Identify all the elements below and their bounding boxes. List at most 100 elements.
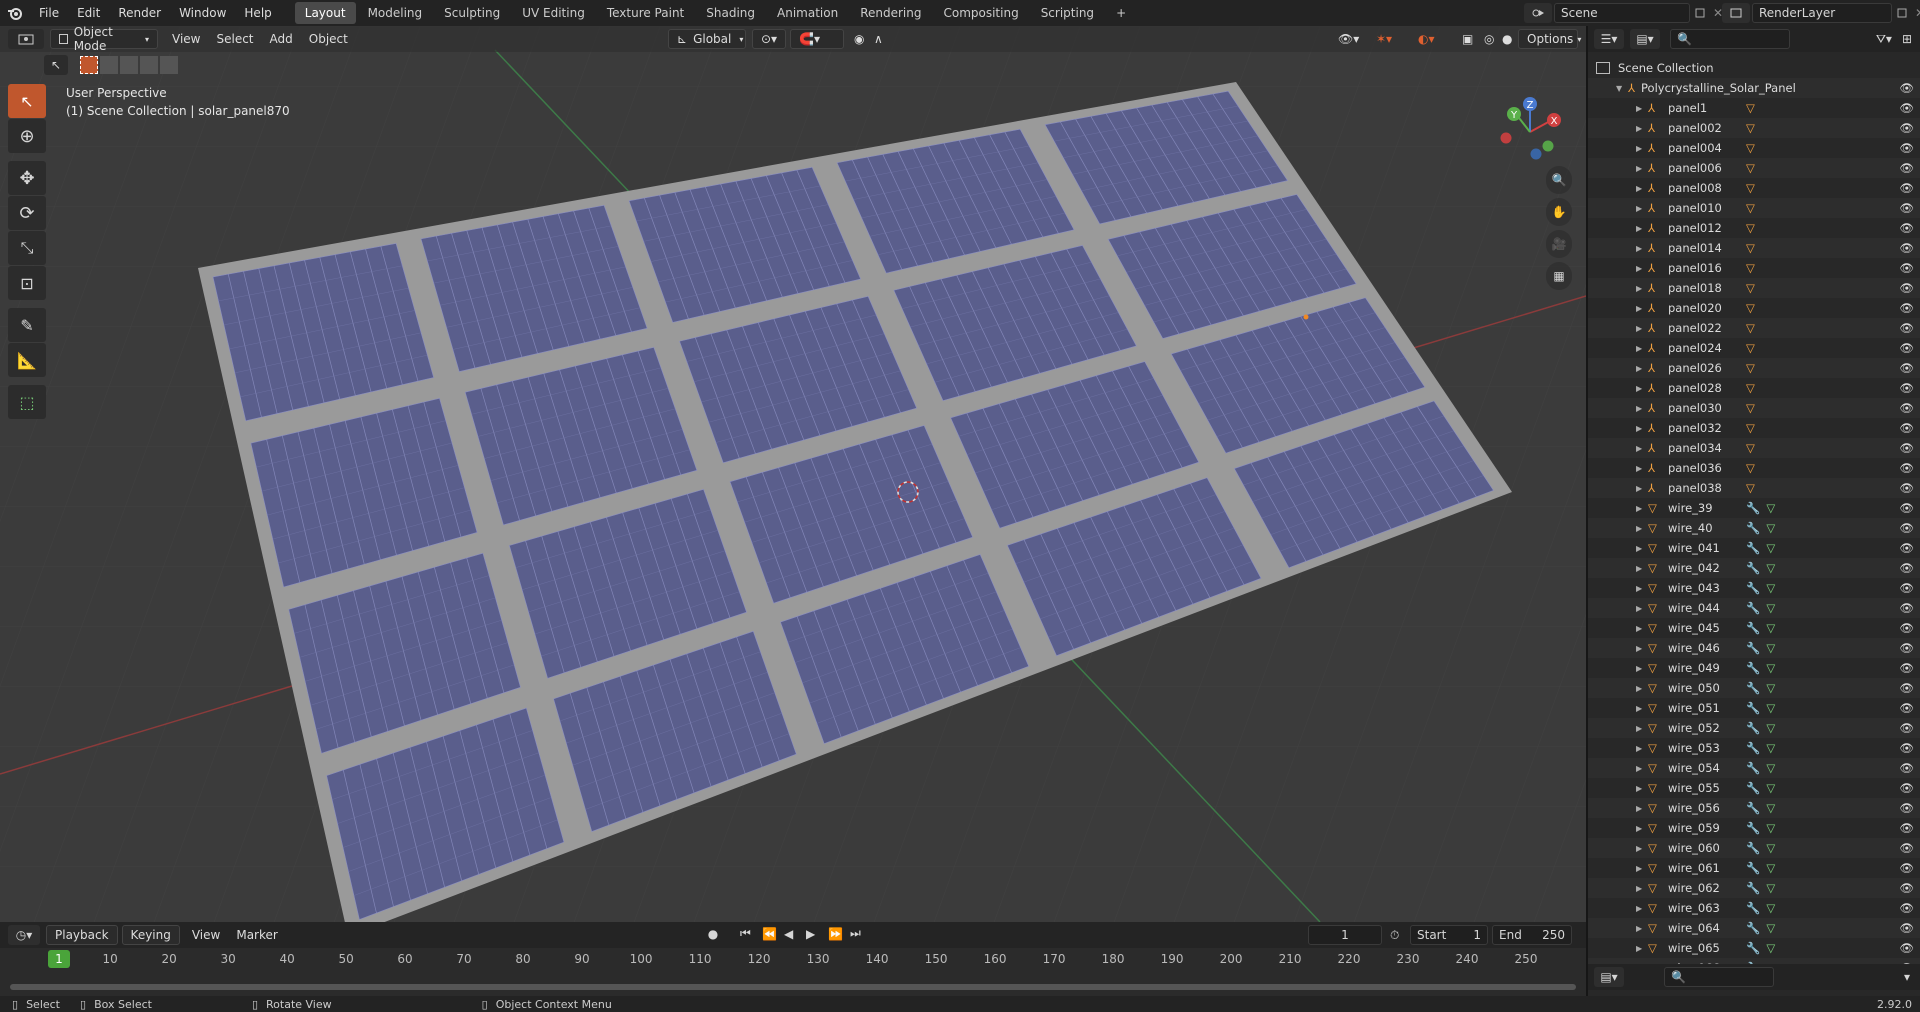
outliner-editor-type-icon[interactable]: ☰▾ bbox=[1594, 29, 1624, 49]
eye-icon[interactable]: 👁 bbox=[1899, 161, 1914, 175]
tab-sculpting[interactable]: Sculpting bbox=[434, 2, 510, 24]
outliner-item[interactable]: ▶ ⅄ panel002 ▽ 👁 bbox=[1588, 118, 1920, 138]
modifier-wrench-icon[interactable]: 🔧 bbox=[1746, 761, 1760, 775]
mesh-data-icon[interactable]: ▽ bbox=[1766, 821, 1775, 835]
modifier-wrench-icon[interactable]: 🔧 bbox=[1746, 801, 1760, 815]
outliner-item[interactable]: ▶ ▽ wire_40 🔧 ▽ 👁 bbox=[1588, 518, 1920, 538]
modifier-wrench-icon[interactable]: 🔧 bbox=[1746, 581, 1760, 595]
eye-icon[interactable]: 👁 bbox=[1899, 341, 1914, 355]
modifier-wrench-icon[interactable]: 🔧 bbox=[1746, 861, 1760, 875]
blender-logo-icon[interactable] bbox=[0, 0, 30, 26]
menu-file[interactable]: File bbox=[30, 0, 68, 26]
viewport-menu-add[interactable]: Add bbox=[262, 29, 301, 49]
renderlayer-close-icon[interactable]: ✕ bbox=[1912, 6, 1920, 20]
tab-layout[interactable]: Layout bbox=[294, 2, 356, 24]
tab-shading[interactable]: Shading bbox=[696, 2, 765, 24]
expand-arrow-icon[interactable]: ▶ bbox=[1636, 444, 1648, 453]
expand-arrow-icon[interactable]: ▶ bbox=[1636, 724, 1648, 733]
outliner-item[interactable]: ▶ ▽ wire_045 🔧 ▽ 👁 bbox=[1588, 618, 1920, 638]
outliner-item[interactable]: ▶ ▽ wire_049 🔧 ▽ 👁 bbox=[1588, 658, 1920, 678]
eye-icon[interactable]: 👁 bbox=[1899, 881, 1914, 895]
mesh-data-icon[interactable]: ▽ bbox=[1766, 741, 1775, 755]
expand-arrow-icon[interactable]: ▶ bbox=[1636, 404, 1648, 413]
outliner-item[interactable]: ▶ ▽ wire_060 🔧 ▽ 👁 bbox=[1588, 838, 1920, 858]
mesh-data-icon[interactable]: ▽ bbox=[1746, 221, 1755, 235]
mesh-data-icon[interactable]: ▽ bbox=[1766, 841, 1775, 855]
eye-icon[interactable]: 👁 bbox=[1899, 701, 1914, 715]
eye-icon[interactable]: 👁 bbox=[1899, 741, 1914, 755]
expand-arrow-icon[interactable]: ▶ bbox=[1636, 264, 1648, 273]
pan-hand-icon[interactable]: ✋ bbox=[1546, 198, 1572, 226]
eye-icon[interactable]: 👁 bbox=[1899, 481, 1914, 495]
mesh-data-icon[interactable]: ▽ bbox=[1766, 501, 1775, 515]
timeline-menu-keying[interactable]: Keying bbox=[121, 925, 180, 945]
menu-edit[interactable]: Edit bbox=[68, 0, 109, 26]
ortho-grid-icon[interactable]: ▦ bbox=[1546, 262, 1572, 290]
select-tool-dropdown[interactable]: ↖ bbox=[44, 55, 68, 75]
mesh-data-icon[interactable]: ▽ bbox=[1746, 361, 1755, 375]
properties-options-icon[interactable]: ▾ bbox=[1904, 970, 1910, 984]
expand-arrow-icon[interactable]: ▼ bbox=[1616, 84, 1628, 93]
jump-start-icon[interactable]: ⏮ bbox=[740, 926, 758, 941]
modifier-wrench-icon[interactable]: 🔧 bbox=[1746, 501, 1760, 515]
select-invert-icon[interactable] bbox=[140, 56, 158, 74]
mesh-data-icon[interactable]: ▽ bbox=[1766, 861, 1775, 875]
expand-arrow-icon[interactable]: ▶ bbox=[1636, 324, 1648, 333]
mesh-data-icon[interactable]: ▽ bbox=[1766, 761, 1775, 775]
eye-icon[interactable]: 👁 bbox=[1899, 841, 1914, 855]
expand-arrow-icon[interactable]: ▶ bbox=[1636, 524, 1648, 533]
expand-arrow-icon[interactable]: ▶ bbox=[1636, 164, 1648, 173]
select-intersect-icon[interactable] bbox=[160, 56, 178, 74]
mesh-data-icon[interactable]: ▽ bbox=[1766, 541, 1775, 555]
tab-animation[interactable]: Animation bbox=[767, 2, 848, 24]
mesh-data-icon[interactable]: ▽ bbox=[1766, 701, 1775, 715]
expand-arrow-icon[interactable]: ▶ bbox=[1636, 364, 1648, 373]
eye-icon[interactable]: 👁 bbox=[1899, 721, 1914, 735]
eye-icon[interactable]: 👁 bbox=[1899, 901, 1914, 915]
outliner-item[interactable]: ▶ ▽ wire_059 🔧 ▽ 👁 bbox=[1588, 818, 1920, 838]
tab-rendering[interactable]: Rendering bbox=[850, 2, 931, 24]
outliner-item[interactable]: ▶ ▽ wire_051 🔧 ▽ 👁 bbox=[1588, 698, 1920, 718]
eye-icon[interactable]: 👁 bbox=[1899, 301, 1914, 315]
transform-tool[interactable]: ⊡ bbox=[8, 266, 46, 300]
expand-arrow-icon[interactable]: ▶ bbox=[1636, 844, 1648, 853]
eye-icon[interactable]: 👁 bbox=[1899, 921, 1914, 935]
expand-arrow-icon[interactable]: ▶ bbox=[1636, 624, 1648, 633]
mesh-data-icon[interactable]: ▽ bbox=[1746, 161, 1755, 175]
mesh-data-icon[interactable]: ▽ bbox=[1746, 241, 1755, 255]
menu-render[interactable]: Render bbox=[109, 0, 170, 26]
eye-icon[interactable]: 👁 bbox=[1899, 661, 1914, 675]
move-tool[interactable]: ✥ bbox=[8, 161, 46, 195]
scene-selector[interactable]: Scene ✕ bbox=[1524, 3, 1726, 23]
expand-arrow-icon[interactable]: ▶ bbox=[1636, 344, 1648, 353]
modifier-wrench-icon[interactable]: 🔧 bbox=[1746, 621, 1760, 635]
expand-arrow-icon[interactable]: ▶ bbox=[1636, 484, 1648, 493]
eye-icon[interactable]: 👁 bbox=[1899, 561, 1914, 575]
expand-arrow-icon[interactable]: ▶ bbox=[1636, 864, 1648, 873]
outliner-item[interactable]: ▶ ⅄ panel036 ▽ 👁 bbox=[1588, 458, 1920, 478]
mesh-data-icon[interactable]: ▽ bbox=[1746, 401, 1755, 415]
scale-tool[interactable]: ⤡ bbox=[8, 231, 46, 265]
camera-view-icon[interactable]: 🎥 bbox=[1546, 230, 1572, 258]
eye-icon[interactable]: 👁 bbox=[1899, 121, 1914, 135]
expand-arrow-icon[interactable]: ▶ bbox=[1636, 664, 1648, 673]
outliner-item[interactable]: ▶ ▽ wire_065 🔧 ▽ 👁 bbox=[1588, 938, 1920, 958]
outliner-item[interactable]: ▶ ▽ wire_041 🔧 ▽ 👁 bbox=[1588, 538, 1920, 558]
outliner-item[interactable]: ▶ ▽ wire_061 🔧 ▽ 👁 bbox=[1588, 858, 1920, 878]
outliner-item[interactable]: ▶ ⅄ panel038 ▽ 👁 bbox=[1588, 478, 1920, 498]
expand-arrow-icon[interactable]: ▶ bbox=[1636, 924, 1648, 933]
expand-arrow-icon[interactable]: ▶ bbox=[1636, 544, 1648, 553]
scene-canvas[interactable] bbox=[0, 26, 1586, 922]
zoom-icon[interactable]: 🔍 bbox=[1546, 166, 1572, 194]
outliner-item[interactable]: ▶ ▽ wire_054 🔧 ▽ 👁 bbox=[1588, 758, 1920, 778]
add-workspace-button[interactable]: + bbox=[1106, 2, 1136, 24]
visibility-dropdown[interactable]: 👁▾ bbox=[1330, 29, 1367, 49]
timeline-menu-playback[interactable]: Playback bbox=[46, 925, 118, 945]
modifier-wrench-icon[interactable]: 🔧 bbox=[1746, 901, 1760, 915]
outliner-item[interactable]: ▶ ▽ wire_39 🔧 ▽ 👁 bbox=[1588, 498, 1920, 518]
tab-compositing[interactable]: Compositing bbox=[933, 2, 1028, 24]
mesh-data-icon[interactable]: ▽ bbox=[1766, 661, 1775, 675]
outliner-item[interactable]: ▶ ▽ wire_046 🔧 ▽ 👁 bbox=[1588, 638, 1920, 658]
expand-arrow-icon[interactable]: ▶ bbox=[1636, 804, 1648, 813]
properties-editor-type-icon[interactable]: ▤▾ bbox=[1594, 967, 1624, 987]
